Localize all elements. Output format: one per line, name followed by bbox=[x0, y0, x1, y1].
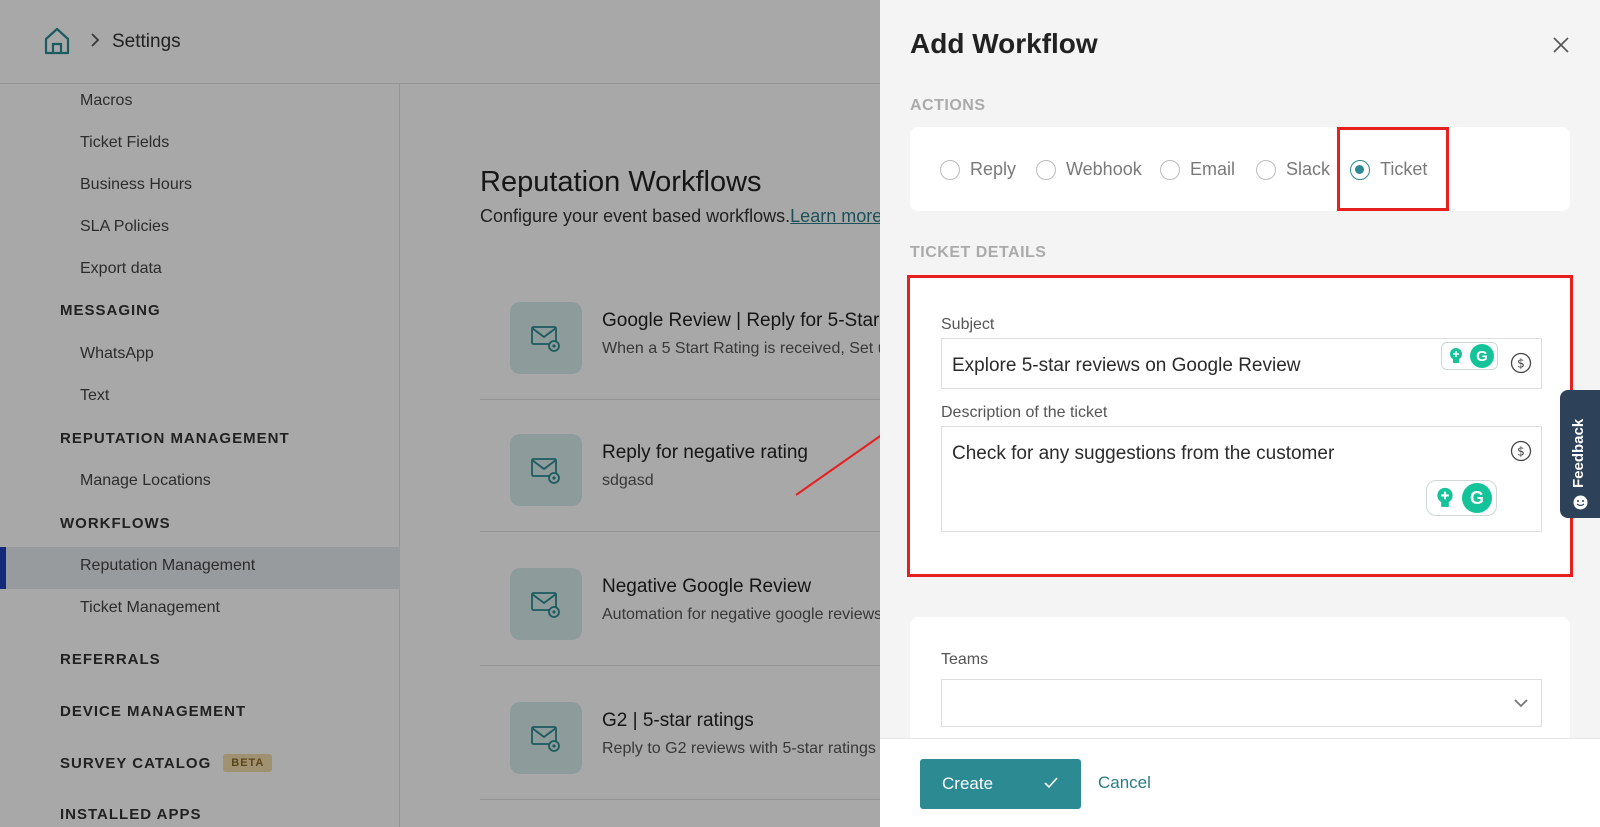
feedback-label: Feedback bbox=[1570, 418, 1587, 488]
radio-button[interactable] bbox=[1160, 159, 1180, 180]
radio-reply[interactable]: Reply bbox=[940, 159, 1016, 180]
add-workflow-drawer: Add Workflow ACTIONS Reply Webhook Email… bbox=[880, 0, 1600, 827]
check-icon bbox=[1044, 777, 1058, 789]
grammarly-badge[interactable]: G bbox=[1426, 480, 1497, 516]
svg-text:$: $ bbox=[1517, 445, 1525, 459]
radio-button-checked[interactable] bbox=[1350, 159, 1370, 180]
lightbulb-icon bbox=[1437, 487, 1453, 507]
ticket-details-section-label: TICKET DETAILS bbox=[910, 244, 1047, 261]
ticket-details-card: Subject Explore 5-star reviews on Google… bbox=[910, 278, 1570, 574]
grammarly-icon: G bbox=[1462, 483, 1492, 513]
grammarly-badge[interactable]: G bbox=[1441, 342, 1498, 370]
dollar-variable-icon[interactable]: $ bbox=[1510, 352, 1532, 374]
smile-icon bbox=[1573, 495, 1588, 510]
feedback-tab[interactable]: Feedback bbox=[1560, 390, 1600, 518]
drawer-title: Add Workflow bbox=[910, 28, 1098, 59]
create-button[interactable]: Create bbox=[920, 759, 1081, 809]
svg-text:$: $ bbox=[1517, 357, 1525, 371]
lightbulb-icon bbox=[1450, 348, 1462, 363]
radio-slack[interactable]: Slack bbox=[1256, 159, 1330, 180]
close-icon[interactable] bbox=[1552, 36, 1570, 54]
drawer-footer: Create Cancel bbox=[880, 738, 1600, 827]
radio-button[interactable] bbox=[940, 159, 960, 180]
radio-email[interactable]: Email bbox=[1160, 159, 1235, 180]
radio-ticket[interactable]: Ticket bbox=[1350, 159, 1427, 180]
annotation-arrow bbox=[795, 422, 900, 496]
grammarly-icon: G bbox=[1470, 344, 1494, 368]
radio-button[interactable] bbox=[1256, 159, 1276, 180]
chevron-down-icon bbox=[1514, 699, 1528, 708]
radio-webhook[interactable]: Webhook bbox=[1036, 159, 1142, 180]
dollar-variable-icon[interactable]: $ bbox=[1510, 440, 1532, 462]
cancel-button[interactable]: Cancel bbox=[1098, 773, 1151, 793]
teams-label: Teams bbox=[941, 651, 989, 668]
radio-button[interactable] bbox=[1036, 159, 1056, 180]
subject-label: Subject bbox=[941, 316, 995, 333]
description-label: Description of the ticket bbox=[941, 404, 1108, 421]
teams-select[interactable] bbox=[941, 679, 1542, 727]
teams-card: Teams bbox=[910, 617, 1570, 747]
description-textarea[interactable]: Check for any suggestions from the custo… bbox=[941, 426, 1542, 532]
actions-section-label: ACTIONS bbox=[910, 97, 986, 114]
actions-radio-group: Reply Webhook Email Slack Ticket bbox=[910, 127, 1570, 211]
